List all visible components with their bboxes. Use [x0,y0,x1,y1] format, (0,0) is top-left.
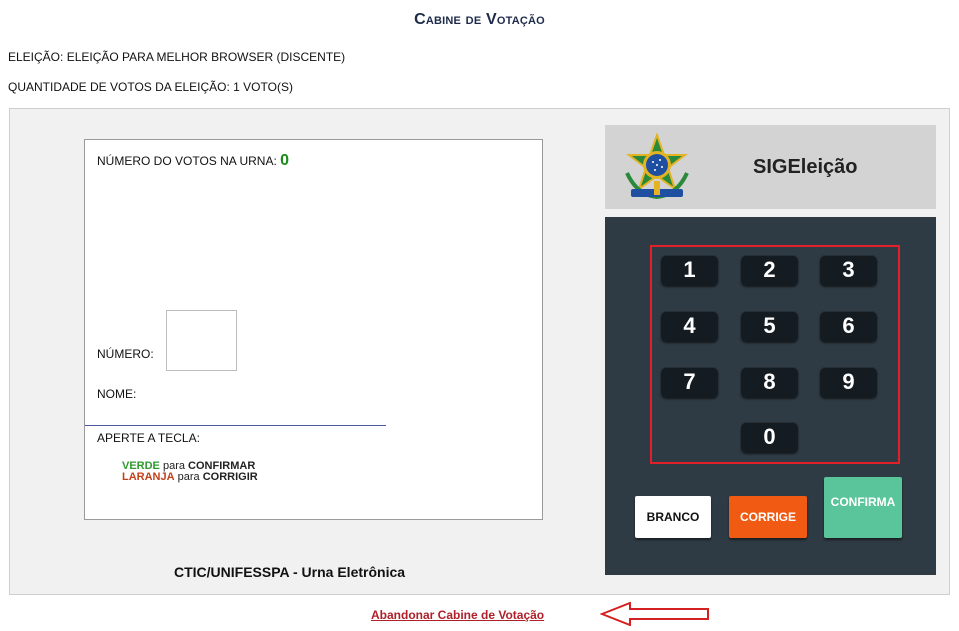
urn-keypad: 1 2 3 4 5 6 7 8 9 0 BRANCO CORRIGE CONFI… [605,217,936,575]
voting-booth-panel: NÚMERO DO VOTOS NA URNA: 0 NÚMERO: NOME:… [9,108,950,595]
key-0[interactable]: 0 [741,422,798,452]
key-9[interactable]: 9 [820,367,877,397]
key-instructions: VERDE para CONFIRMAR LARANJA para CORRIG… [122,461,258,483]
key-4[interactable]: 4 [661,311,718,341]
key-3[interactable]: 3 [820,255,877,285]
nome-label: NOME: [97,387,137,401]
key-5[interactable]: 5 [741,311,798,341]
election-name: ELEIÇÃO: ELEIÇÃO PARA MELHOR BROWSER (DI… [8,50,346,64]
election-votes-quantity: QUANTIDADE DE VOTOS DA ELEIÇÃO: 1 VOTO(S… [8,80,293,94]
key-7[interactable]: 7 [661,367,718,397]
press-key-label: APERTE A TECLA: [97,431,200,445]
key-1[interactable]: 1 [661,255,718,285]
urn-screen: NÚMERO DO VOTOS NA URNA: 0 NÚMERO: NOME:… [84,139,543,520]
urn-footer-text: CTIC/UNIFESSPA - Urna Eletrônica [174,564,406,580]
screen-divider [85,425,386,426]
votes-in-urn-count: 0 [280,152,290,169]
key-6[interactable]: 6 [820,311,877,341]
candidate-number-box [166,310,237,371]
left-arrow-icon [599,601,712,631]
blank-vote-button[interactable]: BRANCO [635,496,711,538]
key-8[interactable]: 8 [741,367,798,397]
numero-label: NÚMERO: [97,347,154,361]
correct-button[interactable]: CORRIGE [729,496,807,538]
page-title: Cabine de Votação [414,11,545,28]
key-2[interactable]: 2 [741,255,798,285]
brand-name: SIGEleição [753,156,858,178]
confirm-button[interactable]: CONFIRMA [824,477,902,538]
brazil-coat-of-arms-icon [617,131,697,208]
brand-header: SIGEleição [605,125,936,209]
abandon-booth-link[interactable]: Abandonar Cabine de Votação [371,608,544,622]
correct-instruction: LARANJA para CORRIGIR [122,471,258,483]
votes-in-urn-label: NÚMERO DO VOTOS NA URNA: [97,154,281,168]
votes-in-urn: NÚMERO DO VOTOS NA URNA: 0 [97,152,289,170]
